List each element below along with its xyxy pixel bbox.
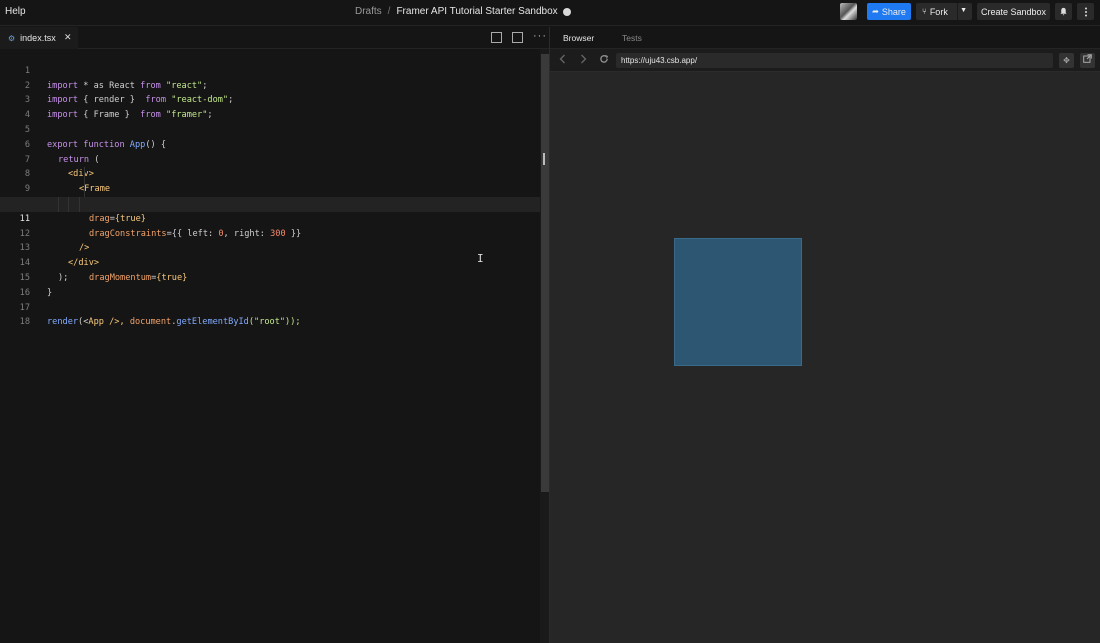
code-line: 12 /> — [0, 212, 540, 254]
code-line: 2 import { render } from "react-dom"; — [0, 64, 540, 106]
code-editor: ⚙ index.tsx ✕ ··· 1 import * as React fr… — [0, 27, 549, 643]
browser-nav-bar: https://uju43.csb.app/ ✥ — [550, 49, 1100, 72]
code-line: 10 dragConstraints={{ left: 0, right: 30… — [0, 182, 540, 239]
editor-scrollbar-thumb[interactable] — [541, 54, 549, 492]
fork-icon: ⑂ — [922, 7, 927, 16]
preview-viewport — [550, 73, 1100, 643]
code-line: 7 <div> — [0, 138, 540, 180]
code-line: 15 } — [0, 256, 540, 298]
code-line: 1 import * as React from "react"; — [0, 49, 540, 91]
share-button[interactable]: ➦ Share — [867, 3, 911, 20]
code-line: 4 — [0, 93, 540, 120]
code-line: 5 export function App() { — [0, 108, 540, 150]
crosshair-icon[interactable]: ✥ — [1059, 53, 1074, 68]
tab-index-tsx[interactable]: ⚙ index.tsx ✕ — [0, 27, 78, 49]
draggable-frame[interactable] — [674, 238, 802, 366]
url-input[interactable]: https://uju43.csb.app/ — [616, 53, 1053, 68]
fork-divider — [957, 3, 958, 20]
forward-icon[interactable] — [580, 54, 587, 67]
create-sandbox-button[interactable]: Create Sandbox — [977, 3, 1050, 20]
editor-tab-bar: ⚙ index.tsx ✕ ··· — [0, 27, 549, 49]
indent-guide — [68, 197, 69, 212]
back-icon[interactable] — [559, 54, 566, 67]
share-label: Share — [881, 6, 906, 17]
code-line-active: 11 dragMomentum={true} — [0, 197, 540, 283]
file-icon: ⚙ — [8, 33, 16, 43]
globe-icon — [562, 7, 571, 16]
code-line: 18 — [0, 301, 540, 327]
browser-pane: Browser Tests https://uju43.csb.app/ ✥ — [550, 27, 1100, 643]
tab-label: index.tsx — [20, 33, 56, 43]
reload-icon[interactable] — [599, 54, 609, 67]
indent-guide — [79, 197, 80, 212]
close-icon[interactable]: ✕ — [64, 32, 72, 43]
more-horizontal-icon[interactable]: ··· — [533, 31, 546, 43]
text-cursor-icon: I — [477, 252, 484, 265]
browser-tab-bar: Browser Tests — [550, 27, 1100, 49]
help-menu[interactable]: Help — [5, 6, 26, 17]
tab-browser[interactable]: Browser — [563, 33, 594, 43]
open-external-icon[interactable] — [1080, 53, 1095, 68]
avatar[interactable] — [840, 3, 857, 20]
tab-tests[interactable]: Tests — [622, 33, 642, 43]
breadcrumb-separator: / — [387, 6, 391, 17]
code-line: 14 ); — [0, 241, 540, 283]
top-bar: Help Drafts / Framer API Tutorial Starte… — [0, 0, 1100, 26]
code-line: 6 return ( — [0, 123, 540, 165]
split-view-icon[interactable] — [491, 32, 502, 43]
line-number: 18 — [19, 317, 30, 328]
share-icon: ➦ — [872, 7, 879, 16]
bell-icon[interactable] — [1055, 3, 1072, 20]
sandbox-title[interactable]: Framer API Tutorial Starter Sandbox — [396, 6, 557, 17]
fork-button[interactable]: ⑂ Fork ▼ — [916, 3, 972, 20]
breadcrumb: Drafts / Framer API Tutorial Starter San… — [355, 6, 571, 17]
indent-guide — [84, 182, 85, 197]
chevron-down-icon[interactable]: ▼ — [960, 7, 967, 14]
layout-icon[interactable] — [512, 32, 523, 43]
fork-label: Fork — [929, 6, 948, 17]
code-line: 3 import { Frame } from "framer"; — [0, 79, 540, 120]
breadcrumb-drafts[interactable]: Drafts — [355, 6, 382, 17]
indent-guide — [84, 167, 85, 183]
more-vertical-icon[interactable] — [1077, 3, 1094, 20]
code-line: 16 — [0, 271, 540, 298]
code-line: 13 </div> — [0, 227, 540, 268]
code-line: 9 drag={true} — [0, 167, 540, 224]
line-text: render(<App />, document.getElementById(… — [47, 317, 301, 328]
indent-guide — [58, 197, 59, 212]
code-line: 17 render(<App />, document.getElementBy… — [0, 286, 540, 328]
code-area[interactable]: 1 import * as React from "react"; 2 impo… — [0, 49, 540, 643]
code-line: 8 <Frame — [0, 153, 540, 194]
